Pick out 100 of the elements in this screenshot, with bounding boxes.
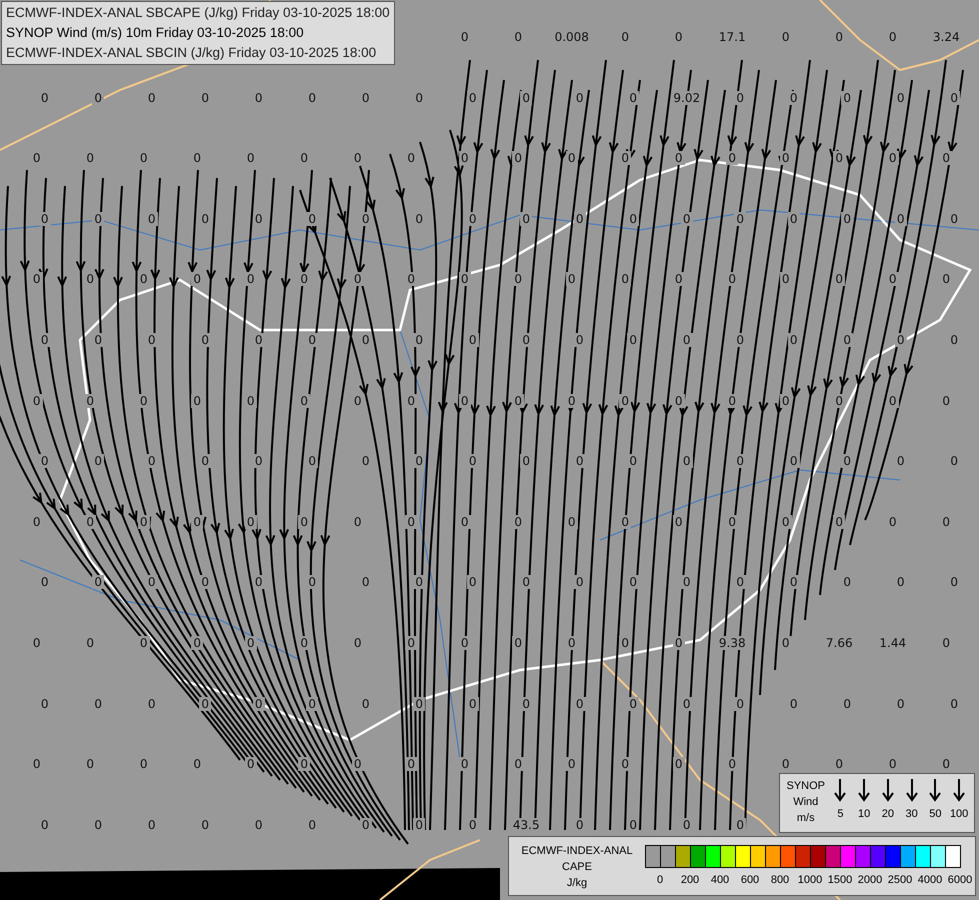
grid-value: 0 (894, 575, 907, 590)
legend-label: 200 (680, 874, 700, 886)
arrow-icon (953, 778, 966, 802)
grid-value: 0 (619, 514, 632, 529)
grid-value: 0 (619, 151, 632, 166)
legend-title: SYNOP (786, 779, 825, 794)
grid-value: 0 (413, 818, 426, 832)
grid-value: 0 (619, 757, 632, 772)
grid-value: 0 (199, 575, 212, 590)
grid-value: 0 (138, 151, 150, 166)
grid-value: 0 (841, 454, 854, 468)
grid-value: 0 (352, 514, 364, 529)
grid-value: 0 (619, 272, 632, 286)
grid-value: 0 (92, 212, 104, 226)
grid-value: 0 (788, 454, 800, 468)
grid-value: 0 (458, 514, 471, 529)
grid-value: 0 (30, 636, 43, 650)
grid-value: 0 (92, 575, 104, 590)
grid-value: 0 (619, 30, 632, 44)
grid-value: 0 (146, 332, 158, 347)
grid-value: 0 (566, 636, 578, 650)
grid-value: 0 (466, 818, 479, 832)
grid-value: 0 (726, 394, 738, 408)
grid-value: 0 (788, 332, 800, 347)
grid-value: 0 (298, 757, 310, 772)
grid-value: 0 (520, 575, 532, 590)
grid-value: 0 (894, 332, 907, 347)
grid-value: 0 (672, 636, 685, 650)
grid-value: 0 (458, 272, 471, 286)
grid-value: 0 (458, 151, 471, 166)
grid-value: 0 (405, 151, 418, 166)
grid-value: 0 (84, 514, 96, 529)
grid-value: 0 (886, 514, 899, 529)
grid-value: 0 (948, 454, 960, 468)
grid-value: 0 (84, 272, 96, 286)
grid-value: 0 (306, 212, 318, 226)
grid-value: 0 (199, 332, 212, 347)
grid-value: 0 (360, 90, 372, 105)
grid-value: 0 (199, 454, 212, 468)
grid-value: 0 (574, 454, 586, 468)
grid-value: 0 (405, 514, 418, 529)
grid-value: 0 (360, 575, 372, 590)
grid-value: 0 (734, 575, 746, 590)
grid-value: 0 (298, 272, 310, 286)
grid-value: 0 (833, 30, 846, 44)
grid-value: 0 (138, 394, 150, 408)
grid-value: 0 (627, 818, 640, 832)
grid-value: 0 (512, 394, 524, 408)
legend-title: ECMWF-INDEX-ANAL (521, 844, 633, 859)
grid-value: 0 (512, 151, 524, 166)
grid-value: 0 (574, 90, 586, 105)
arrow-icon (882, 778, 894, 802)
grid-value: 0 (948, 90, 960, 105)
grid-value: 0 (352, 151, 364, 166)
legend-title: m/s (796, 811, 815, 826)
grid-value: 0 (833, 514, 846, 529)
arrow-icon (929, 778, 942, 802)
grid-value: 0 (252, 696, 265, 711)
grid-value: 0 (734, 332, 746, 347)
grid-value: 0 (244, 514, 257, 529)
grid-value: 0 (30, 151, 43, 166)
grid-value: 0 (38, 332, 51, 347)
grid-value: 0 (360, 212, 372, 226)
grid-value: 0 (146, 212, 158, 226)
grid-value: 0 (520, 90, 532, 105)
grid-value: 0 (574, 696, 586, 711)
grid-value: 0 (566, 514, 578, 529)
legend-label: 5 (837, 808, 844, 820)
grid-value: 0 (306, 696, 318, 711)
grid-value: 0 (413, 575, 426, 590)
arrow-icon (858, 778, 870, 802)
grid-value: 0 (948, 696, 960, 711)
grid-value: 0 (833, 394, 846, 408)
grid-value: 0 (948, 575, 960, 590)
grid-value: 0 (199, 696, 212, 711)
grid-value: 0 (458, 757, 471, 772)
grid-value: 0 (948, 332, 960, 347)
grid-value: 3.24 (930, 30, 962, 44)
grid-value: 0 (191, 151, 204, 166)
grid-value: 0 (38, 454, 51, 468)
legend-label: 2500 (888, 874, 912, 886)
grid-value: 0 (38, 90, 51, 105)
grid-value: 7.66 (824, 636, 855, 650)
grid-value: 0 (84, 757, 96, 772)
legend-title: CAPE (562, 860, 592, 875)
grid-value: 0 (780, 30, 792, 44)
grid-value: 0 (30, 272, 43, 286)
grid-value: 0 (244, 757, 257, 772)
grid-value: 0 (788, 575, 800, 590)
grid-value: 0.008 (552, 30, 591, 44)
grid-value: 0 (92, 332, 104, 347)
grid-value: 0 (627, 575, 640, 590)
grid-value: 0 (306, 454, 318, 468)
grid-value: 0 (680, 696, 693, 711)
grid-value: 0 (298, 394, 310, 408)
grid-value: 0 (92, 90, 104, 105)
grid-value: 0 (92, 818, 104, 832)
grid-value: 0 (520, 212, 532, 226)
grid-value: 0 (38, 696, 51, 711)
grid-value: 9.38 (716, 636, 748, 650)
